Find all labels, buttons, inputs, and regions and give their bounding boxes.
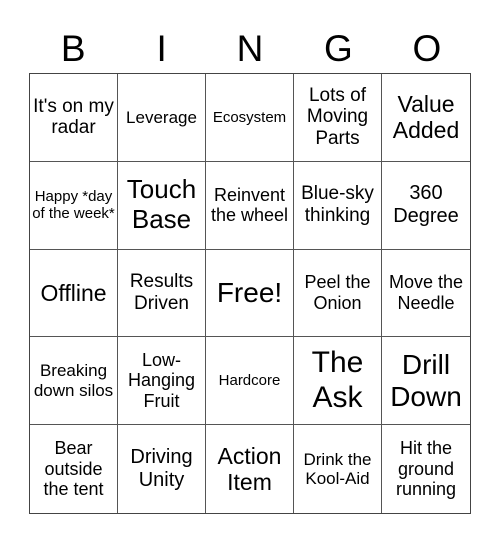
bingo-cell[interactable]: Reinvent the wheel xyxy=(206,161,294,250)
bingo-header: B I N G O xyxy=(29,28,471,70)
bingo-cell[interactable]: Lots of Moving Parts xyxy=(294,74,382,162)
bingo-cell[interactable]: 360 Degree xyxy=(382,162,470,250)
bingo-cell[interactable]: Drink the Kool-Aid xyxy=(294,425,382,513)
bingo-cell[interactable]: Ecosystem xyxy=(206,74,294,162)
bingo-cell[interactable]: Offline xyxy=(30,249,118,338)
bingo-cell[interactable]: Hardcore xyxy=(206,337,294,426)
bingo-cell[interactable]: Driving Unity xyxy=(118,425,206,513)
bingo-cell[interactable]: It's on my radar xyxy=(30,74,118,162)
bingo-cell[interactable]: Touch Base xyxy=(118,161,206,250)
bingo-cell[interactable]: Happy *day of the week* xyxy=(30,161,118,250)
header-letter-g: G xyxy=(324,28,353,69)
bingo-cell[interactable]: Breaking down silos xyxy=(30,337,118,426)
bingo-cell[interactable]: Value Added xyxy=(382,74,470,162)
bingo-cell[interactable]: The Ask xyxy=(294,337,382,426)
bingo-cell[interactable]: Drill Down xyxy=(382,337,470,426)
header-letter-b: B xyxy=(60,28,86,69)
bingo-cell[interactable]: Low-Hanging Fruit xyxy=(118,337,206,426)
bingo-board: It's on my radar Leverage Ecosystem Lots… xyxy=(29,73,471,514)
free-space-cell[interactable]: Free! xyxy=(206,249,294,338)
bingo-cell[interactable]: Hit the ground running xyxy=(382,425,470,513)
bingo-cell[interactable]: Blue-sky thinking xyxy=(294,161,382,250)
bingo-cell[interactable]: Bear outside the tent xyxy=(30,425,118,513)
bingo-cell[interactable]: Action Item xyxy=(206,425,294,513)
bingo-cell[interactable]: Results Driven xyxy=(118,249,206,338)
header-letter-i: I xyxy=(156,28,167,69)
header-letter-o: O xyxy=(412,28,442,69)
header-letter-n: N xyxy=(236,28,264,69)
bingo-cell[interactable]: Move the Needle xyxy=(382,250,470,338)
bingo-cell[interactable]: Leverage xyxy=(118,74,206,162)
bingo-cell[interactable]: Peel the Onion xyxy=(294,249,382,338)
